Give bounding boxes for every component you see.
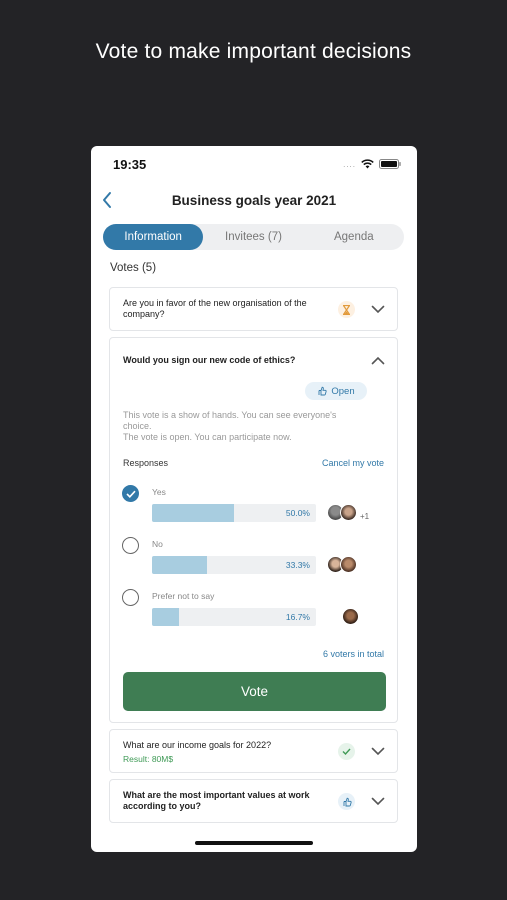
- voter-avatars[interactable]: [342, 608, 359, 625]
- response-option-no[interactable]: No 33.3%: [110, 537, 399, 581]
- radio-checked[interactable]: [122, 485, 139, 502]
- vote-result: Result: 80M$: [123, 754, 174, 764]
- nav-bar: Business goals year 2021: [91, 184, 417, 218]
- result-percent: 16.7%: [285, 612, 310, 622]
- radio-unchecked[interactable]: [122, 589, 139, 606]
- check-icon: [338, 743, 355, 760]
- vote-card-organisation[interactable]: Are you in favor of the new organisation…: [109, 287, 398, 331]
- response-option-prefer-not-to-say[interactable]: Prefer not to say 16.7%: [110, 589, 399, 633]
- wifi-icon: [361, 159, 374, 169]
- more-voters-count: +1: [360, 512, 370, 521]
- status-icons: ....: [343, 159, 401, 169]
- cancel-vote-link[interactable]: Cancel my vote: [322, 458, 384, 468]
- vote-question: Would you sign our new code of ethics?: [123, 355, 296, 365]
- option-label: Prefer not to say: [152, 591, 215, 601]
- votes-count-label: Votes (5): [110, 262, 157, 274]
- description-line: The vote is open. You can participate no…: [123, 432, 292, 442]
- vote-button[interactable]: Vote: [123, 672, 386, 711]
- vote-description: This vote is a show of hands. You can se…: [123, 410, 343, 443]
- chevron-down-icon[interactable]: [371, 305, 385, 314]
- signal-icon: ....: [343, 159, 356, 169]
- result-bar: 33.3%: [152, 556, 316, 574]
- total-voters-link[interactable]: 6 voters in total: [323, 649, 384, 659]
- vote-question: Are you in favor of the new organisation…: [123, 298, 307, 319]
- tab-information[interactable]: Information: [103, 224, 204, 250]
- vote-card-code-of-ethics: Would you sign our new code of ethics? O…: [109, 337, 398, 723]
- tab-invitees[interactable]: Invitees (7): [203, 224, 303, 250]
- hourglass-icon: [338, 301, 355, 318]
- battery-icon: [379, 159, 401, 169]
- result-bar-fill: [152, 556, 207, 574]
- tab-bar: Information Invitees (7) Agenda: [103, 224, 404, 250]
- response-option-yes[interactable]: Yes 50.0% +1: [110, 485, 399, 529]
- phone-screen: 19:35 .... Business goals year 2021 Info…: [91, 146, 417, 852]
- result-bar: 50.0%: [152, 504, 316, 522]
- chevron-up-icon[interactable]: [371, 356, 385, 365]
- description-line: This vote is a show of hands. You can se…: [123, 410, 337, 431]
- hand-icon: [338, 793, 355, 810]
- tab-agenda[interactable]: Agenda: [304, 224, 404, 250]
- chevron-down-icon[interactable]: [371, 747, 385, 756]
- vote-card-values[interactable]: What are the most important values at wo…: [109, 779, 398, 823]
- voter-avatars[interactable]: +1: [327, 504, 369, 521]
- avatar: [340, 504, 357, 521]
- status-time: 19:35: [113, 157, 147, 172]
- radio-unchecked[interactable]: [122, 537, 139, 554]
- result-percent: 33.3%: [285, 560, 310, 570]
- result-bar-fill: [152, 608, 180, 626]
- responses-label: Responses: [123, 458, 169, 468]
- open-status-badge: Open: [305, 382, 367, 400]
- chevron-down-icon[interactable]: [371, 797, 385, 806]
- vote-card-income-goals[interactable]: What are our income goals for 2022? Resu…: [109, 729, 398, 773]
- vote-question: What are the most important values at wo…: [123, 790, 310, 811]
- result-bar-fill: [152, 504, 234, 522]
- avatar: [340, 556, 357, 573]
- vote-question: What are our income goals for 2022?: [123, 740, 272, 750]
- voter-avatars[interactable]: [327, 556, 357, 573]
- headline: Vote to make important decisions: [95, 40, 412, 63]
- result-percent: 50.0%: [285, 508, 310, 518]
- hand-icon: [318, 386, 327, 396]
- open-badge-label: Open: [331, 385, 355, 397]
- option-label: Yes: [152, 487, 166, 497]
- avatar: [342, 608, 359, 625]
- check-icon: [125, 490, 136, 498]
- home-indicator[interactable]: [195, 841, 313, 845]
- result-bar: 16.7%: [152, 608, 316, 626]
- option-label: No: [152, 539, 163, 549]
- page-title: Business goals year 2021: [171, 193, 337, 208]
- status-bar: 19:35 ....: [91, 146, 417, 184]
